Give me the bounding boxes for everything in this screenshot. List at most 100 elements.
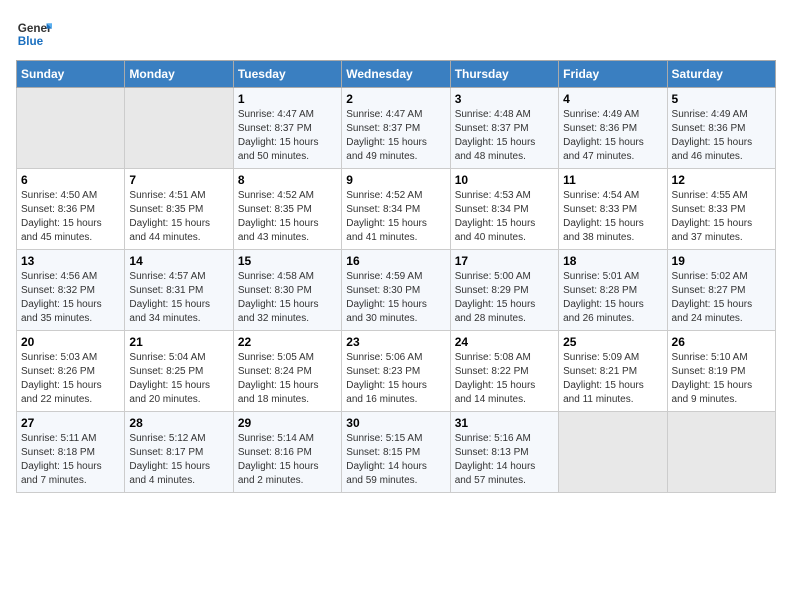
day-info: Sunrise: 4:49 AMSunset: 8:36 PMDaylight:… [672, 108, 771, 164]
calendar-week-row: 1 Sunrise: 4:47 AMSunset: 8:37 PMDaylight… [17, 88, 776, 169]
calendar-week-row: 20 Sunrise: 5:03 AMSunset: 8:26 PMDayligh… [17, 331, 776, 412]
day-info: Sunrise: 4:55 AMSunset: 8:33 PMDaylight:… [672, 189, 771, 245]
day-info: Sunrise: 5:03 AMSunset: 8:26 PMDaylight:… [21, 351, 120, 407]
day-number: 8 [238, 173, 337, 187]
day-number: 14 [129, 254, 228, 268]
calendar-day-cell: 9Sunrise: 4:52 AMSunset: 8:34 PMDaylight… [342, 169, 450, 250]
calendar-header: SundayMondayTuesdayWednesdayThursdayFrid… [17, 61, 776, 88]
day-info: Sunrise: 4:50 AMSunset: 8:36 PMDaylight:… [21, 189, 120, 245]
calendar-day-cell: 3 Sunrise: 4:48 AMSunset: 8:37 PMDaylight… [450, 88, 558, 169]
day-number: 17 [455, 254, 554, 268]
day-number: 1 [238, 92, 337, 106]
weekday-header: Friday [559, 61, 667, 88]
logo: General Blue [16, 16, 52, 52]
day-info: Sunrise: 5:09 AMSunset: 8:21 PMDaylight:… [563, 351, 662, 407]
calendar-day-cell: 31 Sunrise: 5:16 AMSunset: 8:13 PMDayligh… [450, 412, 558, 493]
calendar-day-cell: 7 Sunrise: 4:51 AMSunset: 8:35 PMDaylight… [125, 169, 233, 250]
day-number: 22 [238, 335, 337, 349]
day-number: 29 [238, 416, 337, 430]
calendar-day-cell: 5 Sunrise: 4:49 AMSunset: 8:36 PMDaylight… [667, 88, 775, 169]
day-info: Sunrise: 4:58 AMSunset: 8:30 PMDaylight:… [238, 270, 337, 326]
calendar-week-row: 13Sunrise: 4:56 AMSunset: 8:32 PMDayligh… [17, 250, 776, 331]
day-number: 28 [129, 416, 228, 430]
day-number: 18 [563, 254, 662, 268]
day-info: Sunrise: 5:08 AMSunset: 8:22 PMDaylight:… [455, 351, 554, 407]
day-info: Sunrise: 5:00 AMSunset: 8:29 PMDaylight:… [455, 270, 554, 326]
page-header: General Blue [16, 16, 776, 52]
day-info: Sunrise: 5:16 AMSunset: 8:13 PMDaylight:… [455, 432, 554, 488]
day-info: Sunrise: 4:54 AMSunset: 8:33 PMDaylight:… [563, 189, 662, 245]
day-number: 26 [672, 335, 771, 349]
day-number: 11 [563, 173, 662, 187]
day-info: Sunrise: 4:47 AMSunset: 8:37 PMDaylight:… [238, 108, 337, 164]
day-info: Sunrise: 5:12 AMSunset: 8:17 PMDaylight:… [129, 432, 228, 488]
weekday-header: Sunday [17, 61, 125, 88]
weekday-header: Wednesday [342, 61, 450, 88]
day-info: Sunrise: 4:51 AMSunset: 8:35 PMDaylight:… [129, 189, 228, 245]
calendar-week-row: 27 Sunrise: 5:11 AMSunset: 8:18 PMDayligh… [17, 412, 776, 493]
calendar-day-cell: 17 Sunrise: 5:00 AMSunset: 8:29 PMDayligh… [450, 250, 558, 331]
calendar-day-cell: 29 Sunrise: 5:14 AMSunset: 8:16 PMDayligh… [233, 412, 341, 493]
day-number: 5 [672, 92, 771, 106]
calendar-day-cell: 28 Sunrise: 5:12 AMSunset: 8:17 PMDayligh… [125, 412, 233, 493]
calendar-day-cell: 27 Sunrise: 5:11 AMSunset: 8:18 PMDayligh… [17, 412, 125, 493]
weekday-header: Saturday [667, 61, 775, 88]
day-number: 31 [455, 416, 554, 430]
day-info: Sunrise: 5:15 AMSunset: 8:15 PMDaylight:… [346, 432, 445, 488]
calendar-day-cell: 12 Sunrise: 4:55 AMSunset: 8:33 PMDayligh… [667, 169, 775, 250]
day-number: 25 [563, 335, 662, 349]
weekday-header: Thursday [450, 61, 558, 88]
day-info: Sunrise: 4:48 AMSunset: 8:37 PMDaylight:… [455, 108, 554, 164]
calendar-day-cell [667, 412, 775, 493]
day-number: 23 [346, 335, 445, 349]
day-info: Sunrise: 5:06 AMSunset: 8:23 PMDaylight:… [346, 351, 445, 407]
day-info: Sunrise: 5:05 AMSunset: 8:24 PMDaylight:… [238, 351, 337, 407]
day-number: 2 [346, 92, 445, 106]
calendar-table: SundayMondayTuesdayWednesdayThursdayFrid… [16, 60, 776, 493]
day-info: Sunrise: 4:53 AMSunset: 8:34 PMDaylight:… [455, 189, 554, 245]
day-info: Sunrise: 4:56 AMSunset: 8:32 PMDaylight:… [21, 270, 120, 326]
calendar-day-cell: 20 Sunrise: 5:03 AMSunset: 8:26 PMDayligh… [17, 331, 125, 412]
logo-icon: General Blue [16, 16, 52, 52]
day-number: 16 [346, 254, 445, 268]
calendar-day-cell: 23 Sunrise: 5:06 AMSunset: 8:23 PMDayligh… [342, 331, 450, 412]
calendar-day-cell: 4 Sunrise: 4:49 AMSunset: 8:36 PMDaylight… [559, 88, 667, 169]
day-info: Sunrise: 4:49 AMSunset: 8:36 PMDaylight:… [563, 108, 662, 164]
calendar-day-cell: 6 Sunrise: 4:50 AMSunset: 8:36 PMDaylight… [17, 169, 125, 250]
day-number: 7 [129, 173, 228, 187]
day-info: Sunrise: 4:57 AMSunset: 8:31 PMDaylight:… [129, 270, 228, 326]
calendar-day-cell: 22 Sunrise: 5:05 AMSunset: 8:24 PMDayligh… [233, 331, 341, 412]
weekday-header: Monday [125, 61, 233, 88]
day-number: 4 [563, 92, 662, 106]
calendar-day-cell [125, 88, 233, 169]
calendar-week-row: 6 Sunrise: 4:50 AMSunset: 8:36 PMDaylight… [17, 169, 776, 250]
svg-text:Blue: Blue [18, 35, 44, 48]
day-number: 27 [21, 416, 120, 430]
day-info: Sunrise: 5:01 AMSunset: 8:28 PMDaylight:… [563, 270, 662, 326]
weekday-header: Tuesday [233, 61, 341, 88]
calendar-day-cell: 18 Sunrise: 5:01 AMSunset: 8:28 PMDayligh… [559, 250, 667, 331]
day-number: 21 [129, 335, 228, 349]
day-number: 3 [455, 92, 554, 106]
day-number: 12 [672, 173, 771, 187]
calendar-day-cell: 8 Sunrise: 4:52 AMSunset: 8:35 PMDaylight… [233, 169, 341, 250]
day-number: 20 [21, 335, 120, 349]
calendar-day-cell: 10 Sunrise: 4:53 AMSunset: 8:34 PMDayligh… [450, 169, 558, 250]
calendar-day-cell: 1 Sunrise: 4:47 AMSunset: 8:37 PMDaylight… [233, 88, 341, 169]
day-info: Sunrise: 4:59 AMSunset: 8:30 PMDaylight:… [346, 270, 445, 326]
calendar-body: 1 Sunrise: 4:47 AMSunset: 8:37 PMDaylight… [17, 88, 776, 493]
day-number: 6 [21, 173, 120, 187]
day-info: Sunrise: 5:11 AMSunset: 8:18 PMDaylight:… [21, 432, 120, 488]
day-number: 9 [346, 173, 445, 187]
day-number: 10 [455, 173, 554, 187]
header-row: SundayMondayTuesdayWednesdayThursdayFrid… [17, 61, 776, 88]
day-info: Sunrise: 5:04 AMSunset: 8:25 PMDaylight:… [129, 351, 228, 407]
day-info: Sunrise: 5:02 AMSunset: 8:27 PMDaylight:… [672, 270, 771, 326]
calendar-day-cell [559, 412, 667, 493]
calendar-day-cell: 26Sunrise: 5:10 AMSunset: 8:19 PMDayligh… [667, 331, 775, 412]
day-info: Sunrise: 5:14 AMSunset: 8:16 PMDaylight:… [238, 432, 337, 488]
calendar-day-cell: 24Sunrise: 5:08 AMSunset: 8:22 PMDayligh… [450, 331, 558, 412]
calendar-day-cell: 25 Sunrise: 5:09 AMSunset: 8:21 PMDayligh… [559, 331, 667, 412]
day-info: Sunrise: 4:52 AMSunset: 8:35 PMDaylight:… [238, 189, 337, 245]
calendar-day-cell: 30Sunrise: 5:15 AMSunset: 8:15 PMDayligh… [342, 412, 450, 493]
